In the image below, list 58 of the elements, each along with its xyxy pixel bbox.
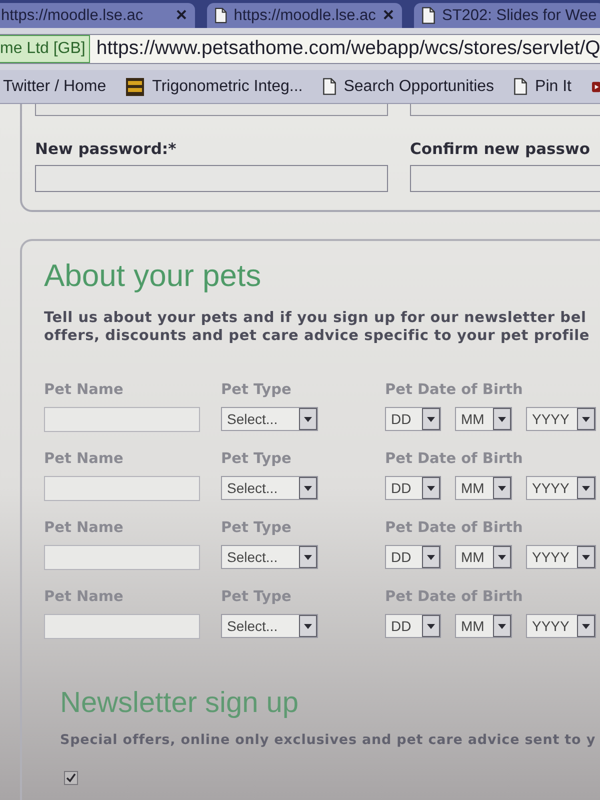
browser-tab[interactable]: https://moodle.lse.ac ×	[0, 3, 195, 28]
browser-tab[interactable]: https://moodle.lse.ac ×	[207, 3, 402, 28]
bookmark-link[interactable]: Trigonometric Integ...	[126, 74, 303, 98]
field-label: Pet Name	[44, 450, 124, 468]
month-select[interactable]: MM	[455, 614, 512, 638]
bookmark-link[interactable]: Twitter / Home	[3, 74, 106, 98]
year-select[interactable]: YYYY	[526, 545, 596, 570]
day-select[interactable]: DD	[385, 614, 441, 638]
pet-name-field[interactable]	[44, 545, 200, 570]
opt-in-checkbox[interactable]	[64, 771, 78, 786]
section-heading: Newsletter sign up	[60, 687, 300, 720]
bookmark-link[interactable]: Pin It	[514, 74, 572, 98]
field-label: Pet Date of Birth	[385, 588, 524, 606]
pet-name-field[interactable]	[44, 614, 200, 640]
browser-tab[interactable]: ST202: Slides for Wee	[414, 3, 600, 28]
site-identity-badge[interactable]: me Ltd [GB]	[0, 35, 90, 63]
field-label: Pet Type	[221, 450, 292, 468]
field-label: Pet Date of Birth	[385, 519, 524, 538]
field-label: Pet Type	[221, 381, 292, 400]
pet-type-select[interactable]: Select...	[221, 545, 318, 570]
day-select[interactable]: DD	[385, 407, 441, 432]
page-icon	[322, 78, 336, 95]
year-select[interactable]: YYYY	[526, 614, 596, 638]
field-label: Pet Type	[221, 588, 292, 606]
password-field[interactable]	[410, 165, 600, 192]
field-label: Pet Name	[44, 588, 124, 606]
password-field[interactable]	[35, 165, 388, 192]
input-field[interactable]	[35, 104, 388, 116]
field-label: Pet Name	[44, 381, 124, 400]
field-label: Pet Date of Birth	[385, 450, 524, 468]
pet-type-select[interactable]: Select...	[221, 407, 318, 432]
year-select[interactable]: YYYY	[526, 407, 596, 432]
month-select[interactable]: MM	[455, 545, 512, 570]
input-field[interactable]	[410, 104, 600, 116]
day-select[interactable]: DD	[385, 476, 441, 500]
day-select[interactable]: DD	[385, 545, 441, 570]
pet-type-select[interactable]: Select...	[221, 476, 318, 500]
field-label: Pet Date of Birth	[385, 381, 524, 400]
address-bar[interactable]: me Ltd [GB] https://www.petsathome.com/webapp/wcs/stores/servlet/Q	[0, 34, 600, 64]
field-label: Confirm new passwo	[410, 139, 590, 160]
url-text: https://www.petsathome.com/webapp/wcs/stores/servlet/Q	[96, 36, 600, 62]
field-label: Pet Type	[221, 519, 292, 538]
section-heading: About your pets	[44, 259, 262, 294]
site-tile-icon	[126, 78, 144, 96]
bookmark-link[interactable]: Search Opportunities	[322, 74, 494, 98]
month-select[interactable]: MM	[455, 407, 512, 432]
close-button[interactable]: ×	[382, 6, 394, 25]
pet-type-select[interactable]: Select...	[221, 614, 318, 638]
page-icon	[514, 78, 528, 95]
pet-name-field[interactable]	[44, 476, 200, 502]
pet-name-field[interactable]	[44, 407, 200, 432]
field-label: New password:*	[35, 139, 178, 160]
field-label: Pet Name	[44, 519, 124, 538]
section-description: Special offers, online only exclusives and pet care advice sent to y	[60, 732, 597, 748]
close-button[interactable]: ×	[176, 6, 187, 25]
year-select[interactable]: YYYY	[526, 476, 596, 500]
section-description: Tell us about your pets and if you sign up for our newsletter bel offers, discounts and pet care advice specific to your pet profile	[44, 309, 591, 346]
month-select[interactable]: MM	[455, 476, 512, 500]
